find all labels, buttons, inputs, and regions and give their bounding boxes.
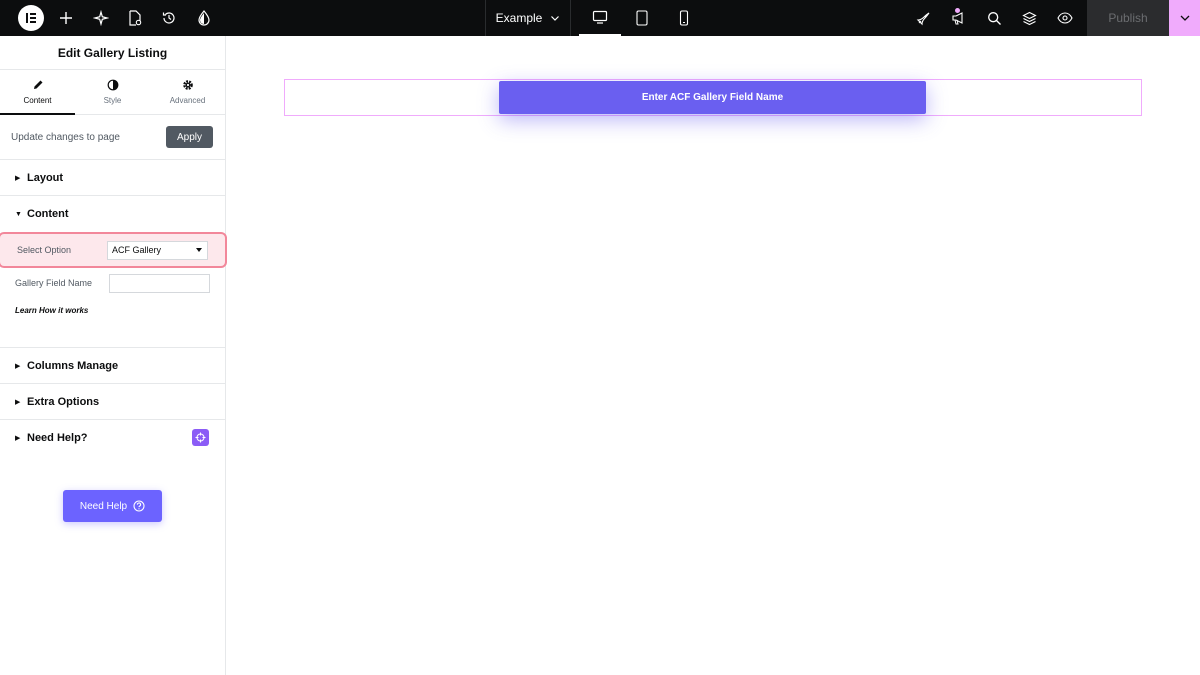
panel-title: Edit Gallery Listing [0, 36, 225, 70]
tab-style[interactable]: Style [75, 70, 150, 114]
learn-how-link[interactable]: Learn How it works [0, 298, 225, 322]
section-divider [0, 322, 225, 348]
section-label: Need Help? [27, 432, 88, 444]
panel-tabs: Content Style Advanced [0, 70, 225, 115]
section-label: Columns Manage [27, 359, 119, 372]
plugin-badge-icon [192, 429, 209, 446]
editor-canvas: Enter ACF Gallery Field Name [227, 36, 1200, 675]
document-title: Example [495, 11, 543, 25]
caret-right-icon: ▶ [15, 362, 21, 370]
section-columns-manage[interactable]: ▶ Columns Manage [0, 348, 225, 384]
half-circle-icon [107, 79, 118, 91]
document-title-dropdown[interactable]: Example [486, 0, 570, 36]
tab-label: Advanced [169, 96, 206, 105]
mobile-icon[interactable] [663, 0, 705, 36]
select-option-dropdown[interactable]: ACF Gallery [107, 240, 208, 260]
need-help-label: Need Help [79, 500, 128, 512]
desktop-icon[interactable] [579, 0, 621, 36]
caret-right-icon: ▶ [15, 398, 21, 406]
pencil-icon [33, 80, 42, 89]
need-help-button[interactable]: Need Help [63, 490, 162, 522]
layers-icon[interactable] [1017, 0, 1041, 36]
publish-button[interactable]: Publish [1087, 0, 1169, 36]
preview-eye-icon[interactable] [1053, 0, 1077, 36]
search-icon[interactable] [982, 0, 1006, 36]
notification-dot [955, 8, 960, 13]
gallery-field-control: Gallery Field Name [0, 268, 225, 298]
tab-label: Content [23, 96, 52, 105]
gallery-field-label: Gallery Field Name [15, 278, 93, 288]
megaphone-icon[interactable] [947, 0, 971, 36]
publish-options-button[interactable] [1169, 0, 1200, 36]
acf-field-placeholder-button[interactable]: Enter ACF Gallery Field Name [499, 81, 926, 114]
caret-down-icon: ▼ [15, 210, 22, 218]
tab-content[interactable]: Content [0, 70, 75, 115]
ai-sparkle-icon[interactable] [90, 0, 112, 36]
divider [570, 0, 571, 36]
select-option-value: ACF Gallery [112, 245, 162, 255]
select-option-control: Select Option ACF Gallery [0, 232, 227, 268]
section-layout[interactable]: ▶ Layout [0, 160, 225, 196]
apply-changes-row: Update changes to page Apply [0, 115, 225, 160]
editor-top-bar: Example Publish [0, 0, 1200, 36]
section-content[interactable]: ▼ Content [0, 196, 225, 232]
chevron-down-icon [1180, 15, 1189, 21]
tab-label: Style [103, 96, 122, 105]
elementor-logo-icon[interactable] [18, 5, 44, 31]
gear-icon [182, 80, 193, 90]
section-label: Extra Options [27, 395, 100, 408]
select-option-label: Select Option [17, 245, 72, 255]
question-circle-icon [133, 500, 145, 512]
apply-button[interactable]: Apply [166, 126, 213, 148]
dropdown-arrow-icon [196, 247, 202, 252]
page-settings-icon[interactable] [124, 0, 146, 36]
rocket-icon[interactable] [911, 0, 935, 36]
editor-panel: Edit Gallery Listing Content Style Advan… [0, 36, 227, 675]
apply-text: Update changes to page [11, 131, 120, 143]
section-label: Content [27, 208, 69, 220]
chevron-down-icon [551, 16, 560, 21]
theme-style-icon[interactable] [193, 0, 215, 36]
tablet-icon[interactable] [621, 0, 663, 36]
section-need-help[interactable]: ▶ Need Help? [0, 420, 225, 456]
tab-advanced[interactable]: Advanced [150, 70, 225, 114]
gallery-field-input[interactable] [109, 273, 210, 293]
caret-right-icon: ▶ [15, 174, 21, 182]
caret-right-icon: ▶ [15, 435, 21, 442]
history-icon[interactable] [158, 0, 180, 36]
section-extra-options[interactable]: ▶ Extra Options [0, 384, 225, 420]
section-label: Layout [27, 171, 64, 184]
add-icon[interactable] [55, 0, 77, 36]
